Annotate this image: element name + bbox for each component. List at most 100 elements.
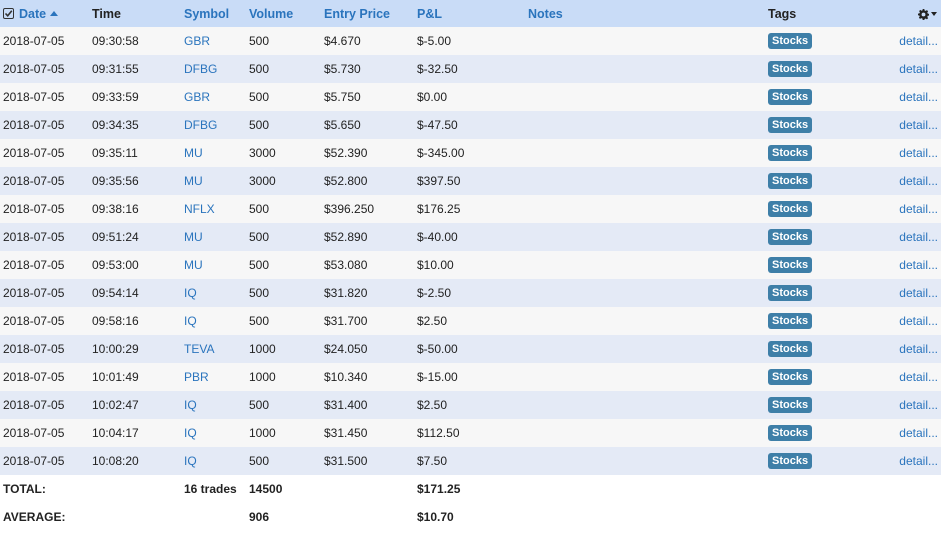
tag-badge-stocks[interactable]: Stocks: [768, 397, 813, 413]
cell-symbol-link[interactable]: MU: [184, 223, 249, 251]
table-row[interactable]: 2018-07-05 09:58:16 IQ 500 $31.700 $2.50 Stock…: [0, 307, 941, 335]
cell-notes[interactable]: [528, 55, 768, 83]
detail-link[interactable]: detail...: [858, 55, 941, 83]
tag-badge-stocks[interactable]: Stocks: [768, 117, 813, 133]
detail-link[interactable]: detail...: [858, 111, 941, 139]
cell-symbol-link[interactable]: IQ: [184, 391, 249, 419]
tag-badge-stocks[interactable]: Stocks: [768, 341, 813, 357]
tag-badge-stocks[interactable]: Stocks: [768, 369, 813, 385]
cell-notes[interactable]: [528, 335, 768, 363]
detail-link[interactable]: detail...: [858, 447, 941, 475]
detail-link[interactable]: detail...: [858, 27, 941, 55]
column-settings[interactable]: [858, 0, 941, 27]
column-header-date[interactable]: Date: [0, 0, 92, 27]
column-header-symbol[interactable]: Symbol: [184, 0, 249, 27]
detail-link[interactable]: detail...: [858, 363, 941, 391]
tag-badge-stocks[interactable]: Stocks: [768, 425, 813, 441]
table-row[interactable]: 2018-07-05 09:34:35 DFBG 500 $5.650 $-47.50 St…: [0, 111, 941, 139]
column-header-entry-price[interactable]: Entry Price: [324, 0, 417, 27]
detail-link[interactable]: detail...: [858, 279, 941, 307]
table-row[interactable]: 2018-07-05 09:35:11 MU 3000 $52.390 $-345.00 S…: [0, 139, 941, 167]
cell-symbol-link[interactable]: PBR: [184, 363, 249, 391]
table-row[interactable]: 2018-07-05 10:01:49 PBR 1000 $10.340 $-15.00 S…: [0, 363, 941, 391]
cell-date: 2018-07-05: [3, 62, 65, 76]
cell-symbol-link[interactable]: IQ: [184, 279, 249, 307]
column-header-pnl[interactable]: P&L: [417, 0, 528, 27]
column-header-notes[interactable]: Notes: [528, 0, 768, 27]
detail-link[interactable]: detail...: [858, 167, 941, 195]
cell-time: 09:54:14: [92, 286, 139, 300]
cell-pnl: $-47.50: [417, 118, 458, 132]
tag-badge-stocks[interactable]: Stocks: [768, 229, 813, 245]
detail-link[interactable]: detail...: [858, 307, 941, 335]
cell-notes[interactable]: [528, 27, 768, 55]
cell-date: 2018-07-05: [3, 202, 65, 216]
cell-notes[interactable]: [528, 195, 768, 223]
detail-link[interactable]: detail...: [858, 391, 941, 419]
cell-symbol-link[interactable]: IQ: [184, 419, 249, 447]
cell-notes[interactable]: [528, 279, 768, 307]
cell-notes[interactable]: [528, 167, 768, 195]
cell-notes[interactable]: [528, 83, 768, 111]
detail-link[interactable]: detail...: [858, 139, 941, 167]
detail-link[interactable]: detail...: [858, 83, 941, 111]
table-row[interactable]: 2018-07-05 10:00:29 TEVA 1000 $24.050 $-50.00…: [0, 335, 941, 363]
table-row[interactable]: 2018-07-05 09:35:56 MU 3000 $52.800 $397.50 St…: [0, 167, 941, 195]
cell-notes[interactable]: [528, 363, 768, 391]
detail-link[interactable]: detail...: [858, 195, 941, 223]
caret-down-icon[interactable]: [931, 11, 937, 16]
tag-badge-stocks[interactable]: Stocks: [768, 145, 813, 161]
table-row[interactable]: 2018-07-05 10:04:17 IQ 1000 $31.450 $112.50 St…: [0, 419, 941, 447]
checkbox-checked-icon[interactable]: [3, 7, 14, 19]
cell-symbol-link[interactable]: MU: [184, 139, 249, 167]
cell-notes[interactable]: [528, 223, 768, 251]
cell-symbol-link[interactable]: MU: [184, 167, 249, 195]
detail-link[interactable]: detail...: [858, 223, 941, 251]
cell-notes[interactable]: [528, 251, 768, 279]
cell-notes[interactable]: [528, 111, 768, 139]
cell-pnl: $-15.00: [417, 370, 458, 384]
table-row[interactable]: 2018-07-05 09:30:58 GBR 500 $4.670 $-5.00 Stoc…: [0, 27, 941, 55]
tag-badge-stocks[interactable]: Stocks: [768, 257, 813, 273]
gear-icon[interactable]: [918, 8, 929, 20]
cell-symbol-link[interactable]: DFBG: [184, 111, 249, 139]
detail-link[interactable]: detail...: [858, 419, 941, 447]
table-row[interactable]: 2018-07-05 09:33:59 GBR 500 $5.750 $0.00 Stock…: [0, 83, 941, 111]
tag-badge-stocks[interactable]: Stocks: [768, 89, 813, 105]
cell-date: 2018-07-05: [3, 258, 65, 272]
cell-notes[interactable]: [528, 419, 768, 447]
detail-link[interactable]: detail...: [858, 251, 941, 279]
table-row[interactable]: 2018-07-05 09:38:16 NFLX 500 $396.250 $176.25…: [0, 195, 941, 223]
column-header-date-label[interactable]: Date: [19, 7, 46, 21]
table-header-row: Date Time Symbol Volume Entry Price P&L …: [0, 0, 941, 27]
tag-badge-stocks[interactable]: Stocks: [768, 453, 813, 469]
tag-badge-stocks[interactable]: Stocks: [768, 285, 813, 301]
cell-symbol-link[interactable]: MU: [184, 251, 249, 279]
table-row[interactable]: 2018-07-05 09:31:55 DFBG 500 $5.730 $-32.50 St…: [0, 55, 941, 83]
tag-badge-stocks[interactable]: Stocks: [768, 33, 813, 49]
cell-symbol-link[interactable]: TEVA: [184, 335, 249, 363]
column-header-volume[interactable]: Volume: [249, 0, 324, 27]
table-row[interactable]: 2018-07-05 10:02:47 IQ 500 $31.400 $2.50 Stock…: [0, 391, 941, 419]
cell-symbol-link[interactable]: DFBG: [184, 55, 249, 83]
cell-symbol-link[interactable]: NFLX: [184, 195, 249, 223]
cell-notes[interactable]: [528, 307, 768, 335]
tag-badge-stocks[interactable]: Stocks: [768, 313, 813, 329]
tag-badge-stocks[interactable]: Stocks: [768, 201, 813, 217]
cell-volume: 500: [249, 314, 270, 328]
table-row[interactable]: 2018-07-05 09:53:00 MU 500 $53.080 $10.00 Stoc…: [0, 251, 941, 279]
column-header-time[interactable]: Time: [92, 0, 184, 27]
tag-badge-stocks[interactable]: Stocks: [768, 61, 813, 77]
detail-link[interactable]: detail...: [858, 335, 941, 363]
cell-notes[interactable]: [528, 391, 768, 419]
cell-notes[interactable]: [528, 447, 768, 475]
cell-symbol-link[interactable]: GBR: [184, 83, 249, 111]
table-row[interactable]: 2018-07-05 09:54:14 IQ 500 $31.820 $-2.50 Stoc…: [0, 279, 941, 307]
table-row[interactable]: 2018-07-05 10:08:20 IQ 500 $31.500 $7.50 Stock…: [0, 447, 941, 475]
cell-notes[interactable]: [528, 139, 768, 167]
table-row[interactable]: 2018-07-05 09:51:24 MU 500 $52.890 $-40.00 Sto…: [0, 223, 941, 251]
cell-symbol-link[interactable]: IQ: [184, 307, 249, 335]
tag-badge-stocks[interactable]: Stocks: [768, 173, 813, 189]
cell-symbol-link[interactable]: GBR: [184, 27, 249, 55]
cell-symbol-link[interactable]: IQ: [184, 447, 249, 475]
